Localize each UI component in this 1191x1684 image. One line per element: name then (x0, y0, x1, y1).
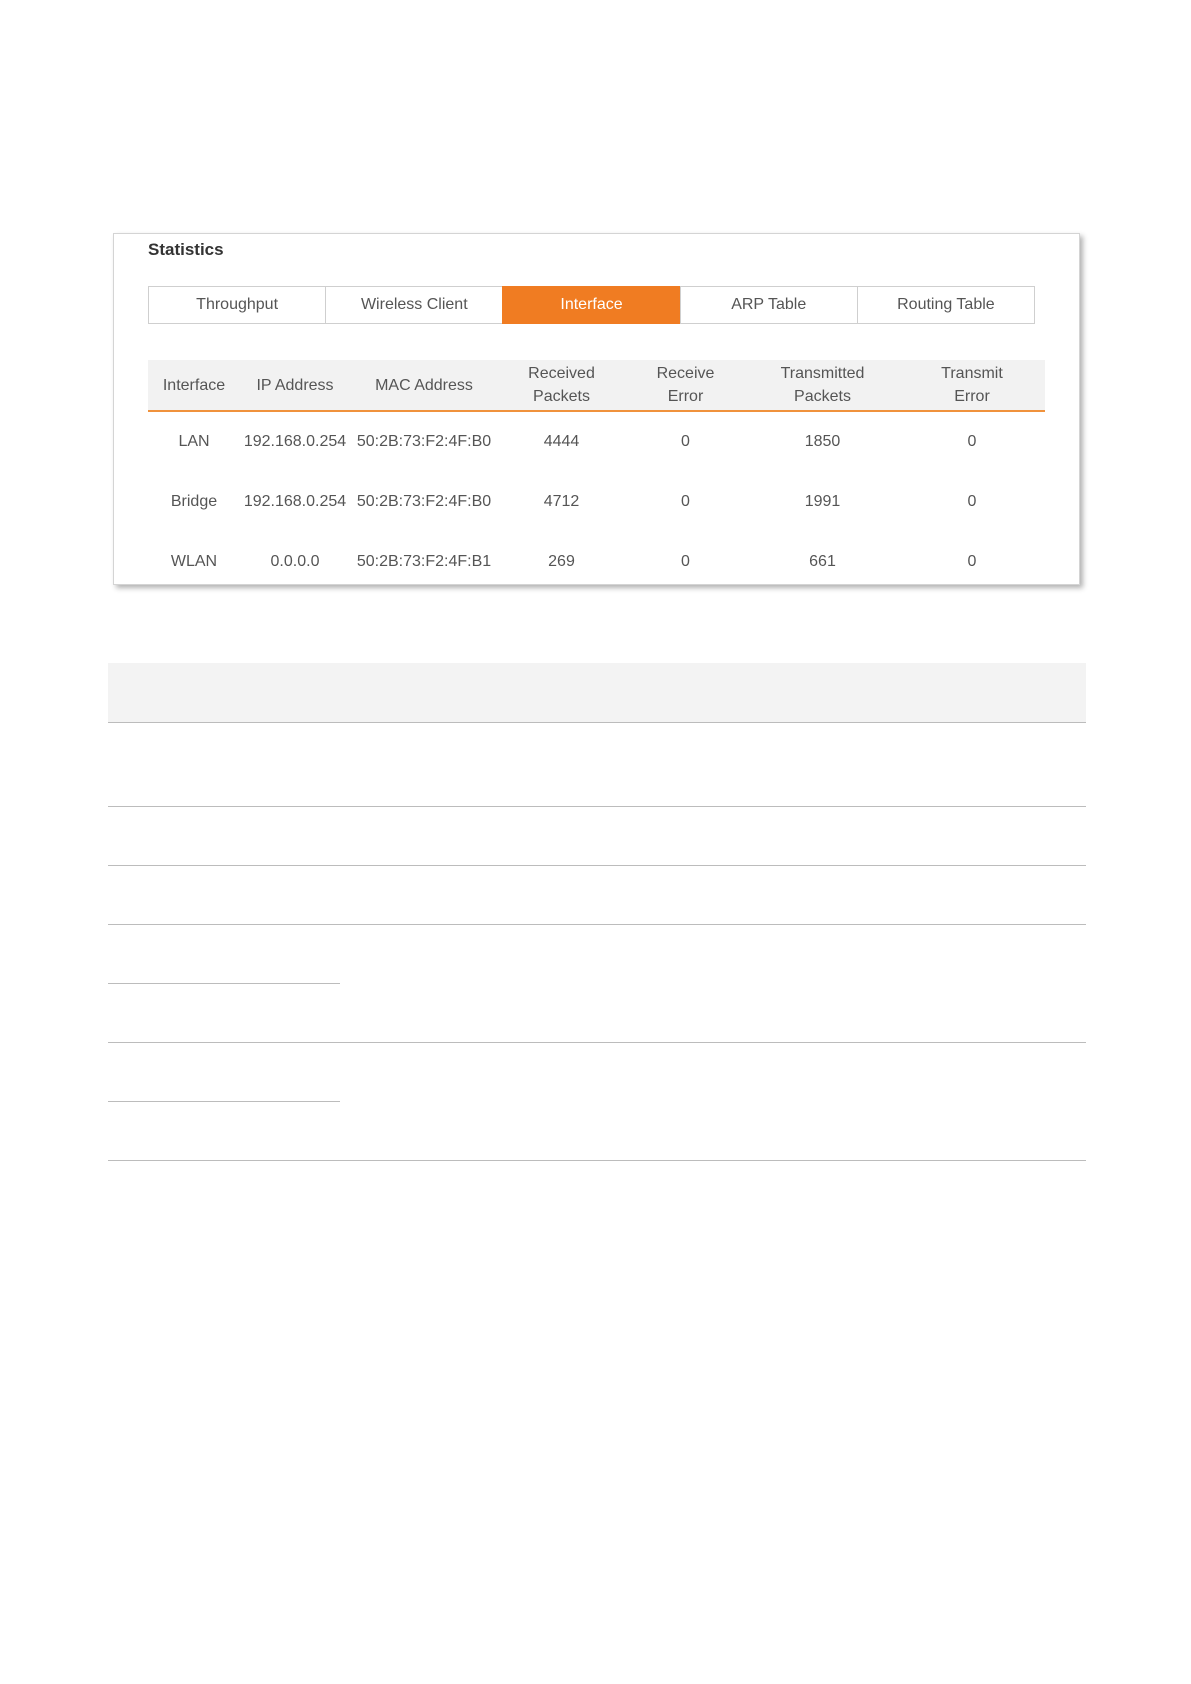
table-cell: 50:2B:73:F2:4F:B0 (356, 493, 492, 510)
tab-routing-table[interactable]: Routing Table (856, 286, 1036, 324)
table-header-row: Interface IP Address MAC Address Received Pa… (148, 360, 1045, 412)
table-cell: Bridge (170, 493, 218, 510)
column-header: IP Address (240, 360, 350, 412)
table-rule (108, 1042, 1086, 1043)
column-header: MAC Address (350, 360, 498, 412)
table-cell: 661 (809, 553, 836, 570)
table-cell: 192.168.0.254 (243, 493, 347, 510)
table-cell: 0.0.0.0 (270, 553, 320, 570)
table-cell: 269 (548, 553, 575, 570)
tab-arp-table[interactable]: ARP Table (679, 286, 858, 324)
column-header: Received Packets (498, 360, 625, 412)
panel-title: Statistics (148, 240, 224, 259)
tab-bar: Throughput Wireless Client Interface ARP… (148, 286, 1036, 324)
table-rule (108, 1160, 1086, 1161)
column-header: Transmitted Packets (746, 360, 899, 412)
table-cell: 0 (681, 553, 690, 570)
table-cell: 1850 (804, 433, 841, 450)
tab-throughput[interactable]: Throughput (148, 286, 327, 324)
table-rule (108, 983, 340, 984)
table-cell: 0 (681, 493, 690, 510)
table-cell: 50:2B:73:F2:4F:B1 (356, 553, 492, 570)
statistics-panel: Statistics Throughput Wireless Client In… (113, 233, 1080, 585)
tab-interface[interactable]: Interface (502, 286, 681, 324)
table-cell: 0 (967, 433, 977, 450)
table-cell: 50:2B:73:F2:4F:B0 (356, 433, 492, 450)
table-body: LAN 192.168.0.254 50:2B:73:F2:4F:B0 4444 0 18… (148, 411, 1045, 584)
table-rule (108, 924, 1086, 925)
table-cell: 192.168.0.254 (243, 433, 347, 450)
table-row: WLAN 0.0.0.0 50:2B:73:F2:4F:B1 269 0 661 0 (148, 532, 1045, 584)
table-cell: 4712 (543, 493, 580, 510)
interface-table: Interface IP Address MAC Address Received Pa… (148, 360, 1045, 584)
table-rule (108, 865, 1086, 866)
table-cell: 4444 (543, 433, 580, 450)
column-header: Receive Error (625, 360, 746, 412)
table-rule (108, 806, 1086, 807)
table-cell: 0 (967, 493, 977, 510)
table-cell: 1991 (804, 493, 841, 510)
table-rule (108, 722, 1086, 723)
table-row: LAN 192.168.0.254 50:2B:73:F2:4F:B0 4444 0 18… (148, 411, 1045, 472)
table-cell: LAN (178, 433, 210, 450)
table-cell: 0 (681, 433, 690, 450)
table-cell: WLAN (170, 553, 218, 570)
table-header-band (108, 663, 1086, 722)
table-rule (108, 1101, 340, 1102)
column-header: Transmit Error (899, 360, 1045, 412)
table-cell: 0 (967, 553, 977, 570)
column-header: Interface (148, 360, 240, 412)
tab-wireless-client[interactable]: Wireless Client (325, 286, 504, 324)
table-row: Bridge 192.168.0.254 50:2B:73:F2:4F:B0 4712… (148, 472, 1045, 532)
